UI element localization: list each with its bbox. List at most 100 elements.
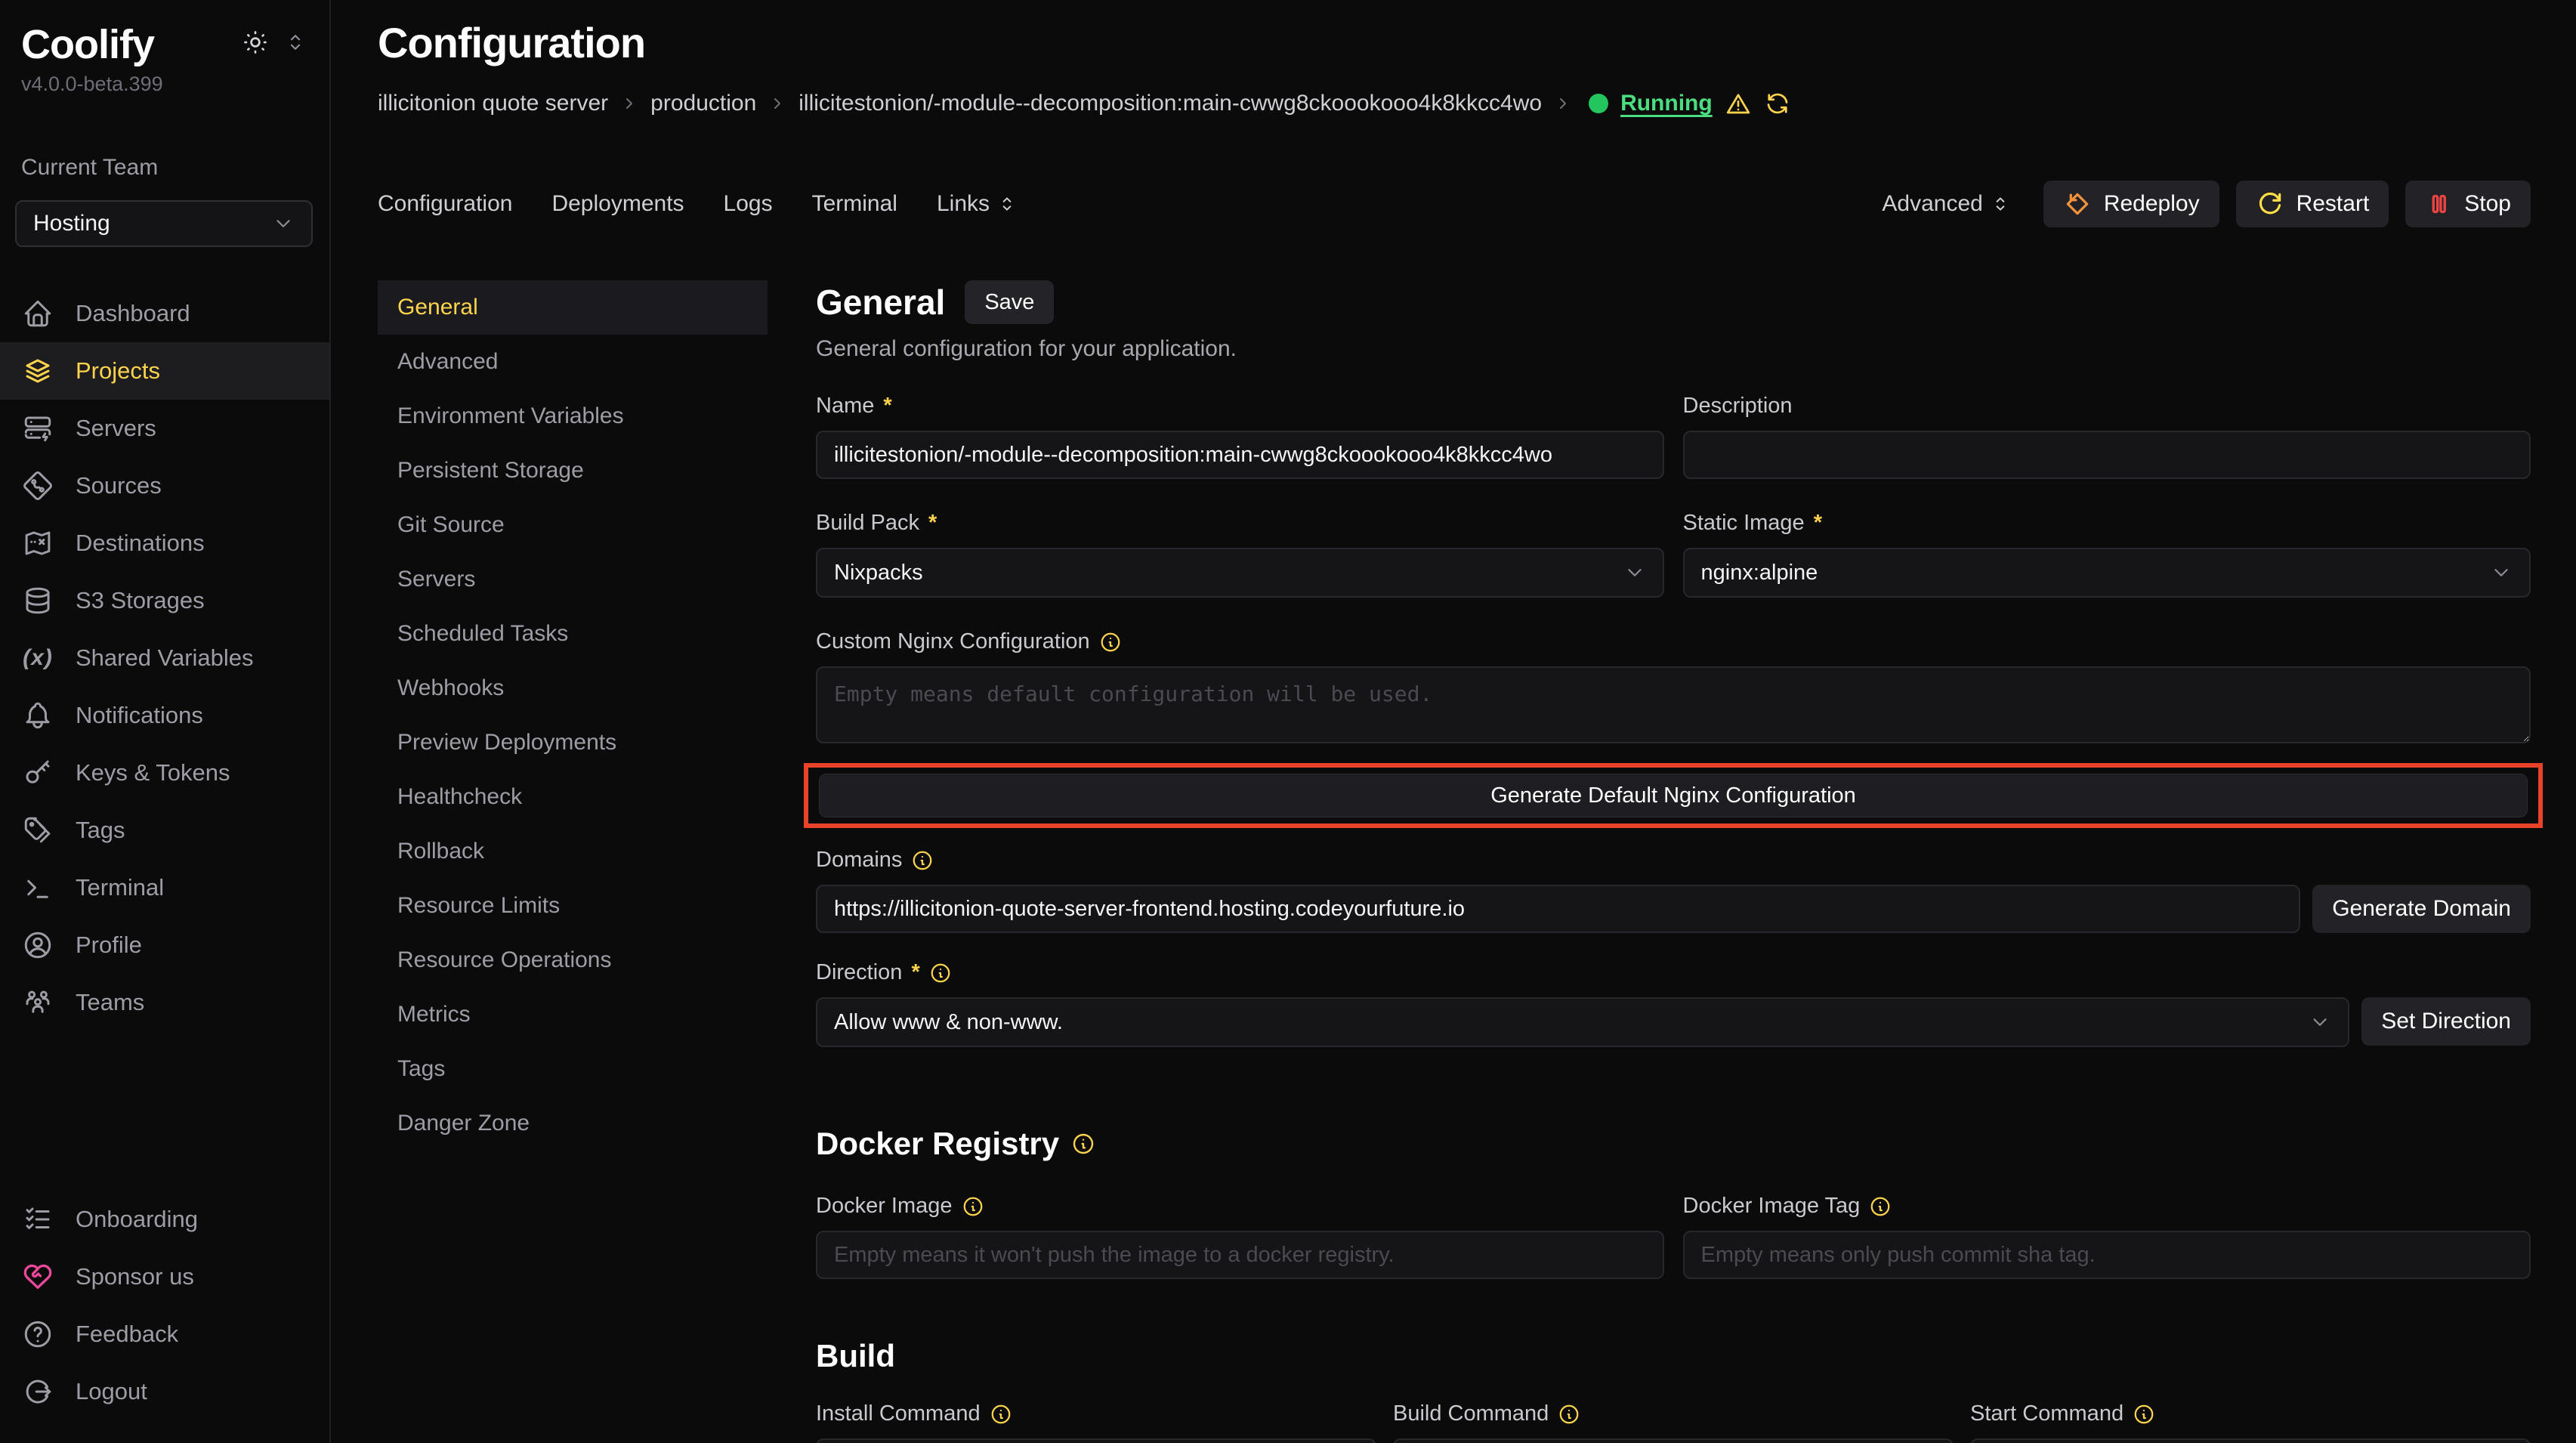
nginx-config-textarea[interactable]	[816, 666, 2531, 743]
direction-select[interactable]: Allow www & non-www.	[816, 997, 2349, 1047]
save-button[interactable]: Save	[965, 280, 1054, 324]
sidebar-item-sponsor[interactable]: Sponsor us	[0, 1248, 329, 1305]
subnav-item-general[interactable]: General	[378, 280, 768, 335]
start-command-input[interactable]	[1970, 1438, 2531, 1443]
sidebar-item-s3-storages[interactable]: S3 Storages	[0, 572, 329, 629]
home-icon	[21, 297, 54, 330]
sidebar-item-profile[interactable]: Profile	[0, 916, 329, 974]
build-command-input[interactable]	[1393, 1438, 1954, 1443]
breadcrumb-environment[interactable]: production	[650, 91, 756, 116]
direction-label: Direction	[816, 960, 902, 985]
info-icon	[1099, 631, 1122, 654]
tab-links[interactable]: Links	[937, 191, 1017, 217]
info-icon	[1869, 1195, 1892, 1218]
sidebar-item-shared-variables[interactable]: (x) Shared Variables	[0, 629, 329, 687]
sidebar-item-terminal[interactable]: Terminal	[0, 859, 329, 916]
restart-button[interactable]: Restart	[2236, 181, 2389, 227]
breadcrumb-application[interactable]: illicitestonion/-module--decomposition:m…	[798, 91, 1542, 116]
app-logo: Coolify	[21, 21, 154, 68]
docker-image-tag-input[interactable]	[1683, 1231, 2531, 1279]
theme-selector-icon[interactable]	[284, 31, 307, 54]
nginx-config-label: Custom Nginx Configuration	[816, 629, 1090, 654]
sidebar-item-sources[interactable]: Sources	[0, 457, 329, 514]
theme-toggle[interactable]	[242, 29, 307, 56]
subnav-item-persistent-storage[interactable]: Persistent Storage	[378, 443, 768, 498]
sidebar-item-destinations[interactable]: Destinations	[0, 514, 329, 572]
tab-deployments[interactable]: Deployments	[551, 191, 684, 217]
breadcrumb: illicitonion quote server production ill…	[378, 90, 2531, 117]
info-icon	[1071, 1132, 1095, 1156]
domains-input[interactable]	[816, 885, 2300, 933]
git-source-icon	[21, 469, 54, 502]
subnav-item-tags[interactable]: Tags	[378, 1042, 768, 1096]
sidebar-spacer	[0, 1031, 329, 1191]
team-select[interactable]: Hosting	[15, 200, 313, 247]
terminal-icon	[21, 871, 54, 904]
subnav-item-git-source[interactable]: Git Source	[378, 498, 768, 552]
stop-button[interactable]: Stop	[2405, 181, 2531, 227]
sidebar-item-logout[interactable]: Logout	[0, 1363, 329, 1420]
annotation-highlight: Generate Default Nginx Configuration	[804, 763, 2543, 828]
tab-logs[interactable]: Logs	[724, 191, 773, 217]
sidebar-item-feedback[interactable]: Feedback	[0, 1305, 329, 1363]
info-icon	[911, 849, 934, 872]
required-asterisk: *	[1814, 511, 1822, 536]
restart-icon	[2256, 190, 2284, 218]
sidebar-item-teams[interactable]: Teams	[0, 974, 329, 1031]
selector-icon	[1991, 194, 2010, 214]
tab-terminal[interactable]: Terminal	[812, 191, 897, 217]
sidebar-item-dashboard[interactable]: Dashboard	[0, 285, 329, 342]
name-label: Name	[816, 394, 874, 419]
generate-domain-button[interactable]: Generate Domain	[2312, 885, 2531, 933]
subnav-item-scheduled-tasks[interactable]: Scheduled Tasks	[378, 607, 768, 661]
subnav-item-servers[interactable]: Servers	[378, 552, 768, 607]
subnav-item-danger-zone[interactable]: Danger Zone	[378, 1096, 768, 1151]
sun-icon[interactable]	[242, 29, 269, 56]
sidebar-item-onboarding[interactable]: Onboarding	[0, 1191, 329, 1248]
sidebar-item-servers[interactable]: Servers	[0, 400, 329, 457]
subnav-item-webhooks[interactable]: Webhooks	[378, 661, 768, 715]
docker-image-input[interactable]	[816, 1231, 1664, 1279]
chevron-down-icon	[2490, 561, 2513, 584]
section-title: General	[816, 282, 945, 323]
build-pack-select[interactable]: Nixpacks	[816, 548, 1664, 598]
selector-icon	[997, 194, 1017, 214]
subnav-item-metrics[interactable]: Metrics	[378, 987, 768, 1042]
warning-triangle-icon[interactable]	[1725, 90, 1752, 117]
status-badge[interactable]: Running	[1620, 91, 1713, 116]
subnav-item-preview-deployments[interactable]: Preview Deployments	[378, 715, 768, 770]
database-icon	[21, 584, 54, 617]
set-direction-button[interactable]: Set Direction	[2361, 997, 2531, 1046]
breadcrumb-project[interactable]: illicitonion quote server	[378, 91, 608, 116]
generate-nginx-config-button[interactable]: Generate Default Nginx Configuration	[819, 774, 2528, 817]
subnav-item-rollback[interactable]: Rollback	[378, 824, 768, 879]
subnav-item-healthcheck[interactable]: Healthcheck	[378, 770, 768, 824]
name-input[interactable]	[816, 431, 1664, 479]
docker-registry-title: Docker Registry	[816, 1126, 1059, 1162]
general-form: General Save General configuration for y…	[816, 280, 2531, 1443]
tab-configuration[interactable]: Configuration	[378, 191, 512, 217]
subnav-item-resource-limits[interactable]: Resource Limits	[378, 879, 768, 933]
build-pack-label: Build Pack	[816, 511, 919, 536]
install-command-input[interactable]	[816, 1438, 1376, 1443]
description-input[interactable]	[1683, 431, 2531, 479]
info-icon	[929, 962, 952, 984]
bell-icon	[21, 699, 54, 732]
key-icon	[21, 756, 54, 789]
sidebar-item-notifications[interactable]: Notifications	[0, 687, 329, 744]
sidebar-item-tags[interactable]: Tags	[0, 802, 329, 859]
advanced-dropdown[interactable]: Advanced	[1882, 191, 2009, 217]
subnav-item-advanced[interactable]: Advanced	[378, 335, 768, 389]
redeploy-button[interactable]: Redeploy	[2043, 181, 2219, 227]
required-asterisk: *	[911, 960, 919, 985]
map-icon	[21, 527, 54, 560]
static-image-select[interactable]: nginx:alpine	[1683, 548, 2531, 598]
build-section-title: Build	[816, 1338, 2531, 1374]
refresh-icon[interactable]	[1764, 90, 1791, 117]
info-icon	[1558, 1403, 1580, 1426]
sidebar-item-projects[interactable]: Projects	[0, 342, 329, 400]
sidebar-item-keys-tokens[interactable]: Keys & Tokens	[0, 744, 329, 802]
docker-image-tag-label: Docker Image Tag	[1683, 1194, 1861, 1219]
subnav-item-resource-operations[interactable]: Resource Operations	[378, 933, 768, 987]
subnav-item-environment-variables[interactable]: Environment Variables	[378, 389, 768, 443]
